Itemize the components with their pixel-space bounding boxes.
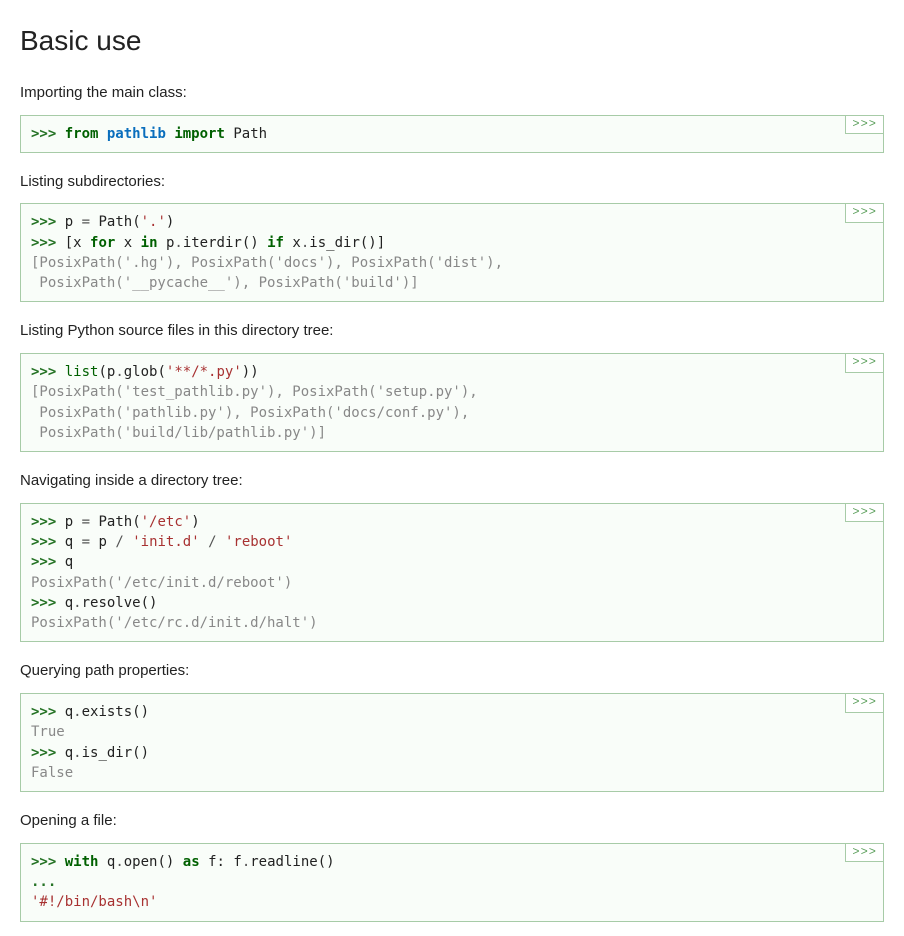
section-description: Querying path properties: bbox=[20, 660, 884, 683]
code-content: >>> p = Path('.') >>> [x for x in p.iter… bbox=[31, 214, 503, 291]
section-description: Opening a file: bbox=[20, 810, 884, 833]
code-block: >>> >>> p = Path('/etc') >>> q = p / 'ini… bbox=[20, 503, 884, 643]
code-block: >>> >>> from pathlib import Path bbox=[20, 115, 884, 153]
toggle-prompts-button[interactable]: >>> bbox=[845, 353, 884, 373]
section-heading: Basic use bbox=[20, 20, 884, 62]
toggle-prompts-button[interactable]: >>> bbox=[845, 503, 884, 523]
code-block: >>> >>> q.exists() True >>> q.is_dir() Fa… bbox=[20, 693, 884, 792]
toggle-prompts-button[interactable]: >>> bbox=[845, 203, 884, 223]
section-description: Listing Python source files in this dire… bbox=[20, 320, 884, 343]
toggle-prompts-button[interactable]: >>> bbox=[845, 693, 884, 713]
section-description: Navigating inside a directory tree: bbox=[20, 470, 884, 493]
code-block: >>> >>> list(p.glob('**/*.py')) [PosixPat… bbox=[20, 353, 884, 452]
code-content: >>> from pathlib import Path bbox=[31, 126, 267, 142]
code-block: >>> >>> with q.open() as f: f.readline() … bbox=[20, 843, 884, 922]
code-content: >>> q.exists() True >>> q.is_dir() False bbox=[31, 704, 149, 781]
toggle-prompts-button[interactable]: >>> bbox=[845, 843, 884, 863]
code-content: >>> with q.open() as f: f.readline() ...… bbox=[31, 854, 335, 911]
section-description: Importing the main class: bbox=[20, 82, 884, 105]
toggle-prompts-button[interactable]: >>> bbox=[845, 115, 884, 135]
code-block: >>> >>> p = Path('.') >>> [x for x in p.i… bbox=[20, 203, 884, 302]
section-description: Listing subdirectories: bbox=[20, 171, 884, 194]
code-content: >>> list(p.glob('**/*.py')) [PosixPath('… bbox=[31, 364, 478, 441]
code-content: >>> p = Path('/etc') >>> q = p / 'init.d… bbox=[31, 514, 318, 631]
